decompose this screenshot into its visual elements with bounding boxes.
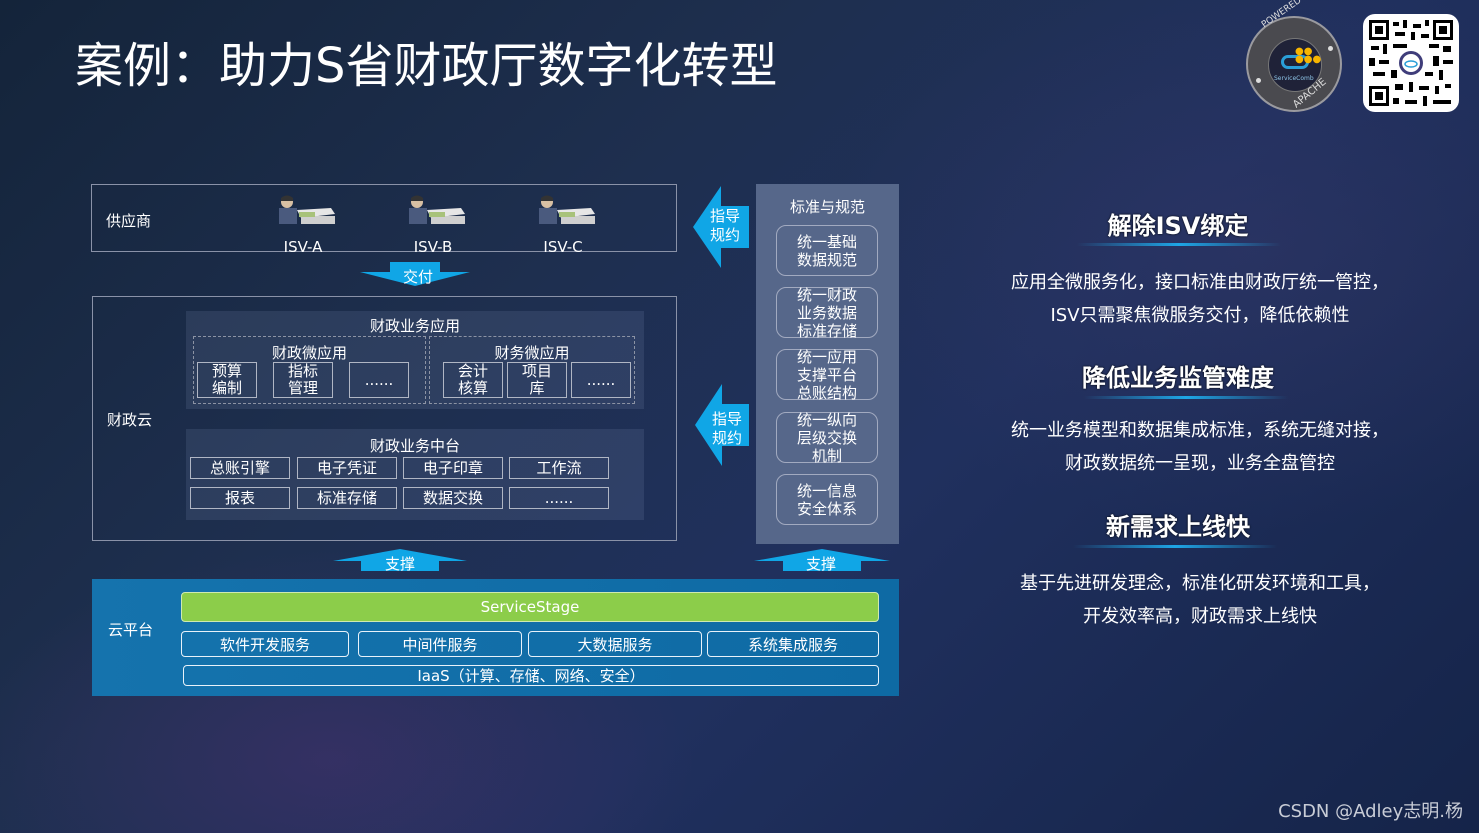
middle-item[interactable]: 总账引擎 <box>190 457 290 479</box>
servicestage-bar[interactable]: ServiceStage <box>181 592 879 622</box>
isv-c: ISV-C <box>528 194 598 256</box>
isv-name: ISV-B <box>413 238 453 256</box>
middle-item[interactable]: ...... <box>509 487 609 509</box>
service-item[interactable]: 软件开发服务 <box>181 631 349 657</box>
guide-arrow-label: 指导 规约 <box>710 207 741 244</box>
app-indicator[interactable]: 指标 管理 <box>273 362 333 398</box>
middle-item[interactable]: 数据交换 <box>403 487 503 509</box>
middle-item[interactable]: 电子凭证 <box>297 457 397 479</box>
finance-apps-title: 财政业务应用 <box>369 317 460 335</box>
service-item[interactable]: 大数据服务 <box>528 631 702 657</box>
cloud-platform-label: 云平台 <box>108 621 154 639</box>
middle-item[interactable]: 报表 <box>190 487 290 509</box>
qr-code-icon <box>1363 14 1459 112</box>
service-item[interactable]: 系统集成服务 <box>707 631 879 657</box>
app-budget[interactable]: 预算 编制 <box>197 362 257 398</box>
deliver-arrow-label: 交付 <box>403 268 434 286</box>
isv-a: ISV-A <box>268 194 338 256</box>
supplier-label: 供应商 <box>106 212 152 230</box>
standards-title: 标准与规范 <box>789 198 865 216</box>
isv-b: ISV-B <box>398 194 468 256</box>
support-arrow-label: 支撑 <box>806 555 837 573</box>
watermark: CSDN @Adley志明.杨 <box>1278 801 1463 822</box>
benefit-text: 应用全微服务化，接口标准由财政厅统一管控， ISV只需聚焦微服务交付，降低依赖性 <box>1011 272 1389 326</box>
app-more[interactable]: ...... <box>349 362 409 398</box>
benefit-heading: 新需求上线快 <box>1106 513 1250 541</box>
iaas-bar[interactable]: IaaS（计算、存储、网络、安全） <box>183 665 879 686</box>
isv-name: ISV-A <box>283 238 323 256</box>
middle-platform-title: 财政业务中台 <box>369 437 460 455</box>
developer-at-desk-icon <box>279 195 335 224</box>
benefit-heading: 解除ISV绑定 <box>1107 212 1249 240</box>
group-title: 财政微应用 <box>271 344 347 362</box>
badge-top-text: POWERED BY <box>1260 0 1315 31</box>
standard-item[interactable]: 统一纵向 层级交换 机制 <box>776 411 878 465</box>
support-arrow-label: 支撑 <box>385 555 416 573</box>
standard-item[interactable]: 统一信息 安全体系 <box>776 474 878 525</box>
developer-at-desk-icon <box>409 195 465 224</box>
benefit-text: 基于先进研发理念，标准化研发环境和工具， 开发效率高，财政需求上线快 <box>1020 573 1380 627</box>
middle-item[interactable]: 工作流 <box>509 457 609 479</box>
service-item[interactable]: 中间件服务 <box>358 631 522 657</box>
finance-cloud-label: 财政云 <box>107 411 153 429</box>
page-title: 案例：助力S省财政厅数字化转型 <box>75 38 778 94</box>
standard-item[interactable]: 统一基础 数据规范 <box>776 225 878 276</box>
benefit-text: 统一业务模型和数据集成标准，系统无缝对接， 财政数据统一呈现，业务全盘管控 <box>1011 420 1389 474</box>
developer-at-desk-icon <box>539 195 595 224</box>
standard-item[interactable]: 统一财政 业务数据 标准存储 <box>776 286 878 340</box>
guide-arrow-label: 指导 规约 <box>712 410 743 447</box>
cloud-platform-panel: 云平台 ServiceStage 软件开发服务 中间件服务 大数据服务 系统集成… <box>92 579 899 696</box>
benefit-divider <box>1077 243 1281 246</box>
standards-panel: 标准与规范 统一基础 数据规范 统一财政 业务数据 标准存储 统一应用 支撑平台 总账结构… <box>756 184 899 544</box>
app-more[interactable]: ...... <box>571 362 631 398</box>
standard-item[interactable]: 统一应用 支撑平台 总账结构 <box>776 348 878 402</box>
apache-servicecomb-badge: POWERED BY ●● ●●● ServiceComb APACHE <box>1246 0 1342 112</box>
app-accounting[interactable]: 会计 核算 <box>443 362 503 398</box>
app-project-library[interactable]: 项目库 <box>507 362 567 398</box>
benefit-divider <box>1084 396 1288 399</box>
benefit-heading: 降低业务监管难度 <box>1082 364 1274 392</box>
isv-name: ISV-C <box>543 238 583 256</box>
badge-logo-text: ServiceComb <box>1274 75 1314 82</box>
benefit-divider <box>1073 545 1277 548</box>
group-title: 财务微应用 <box>494 344 570 362</box>
middle-item[interactable]: 标准存储 <box>297 487 397 509</box>
middle-item[interactable]: 电子印章 <box>403 457 503 479</box>
